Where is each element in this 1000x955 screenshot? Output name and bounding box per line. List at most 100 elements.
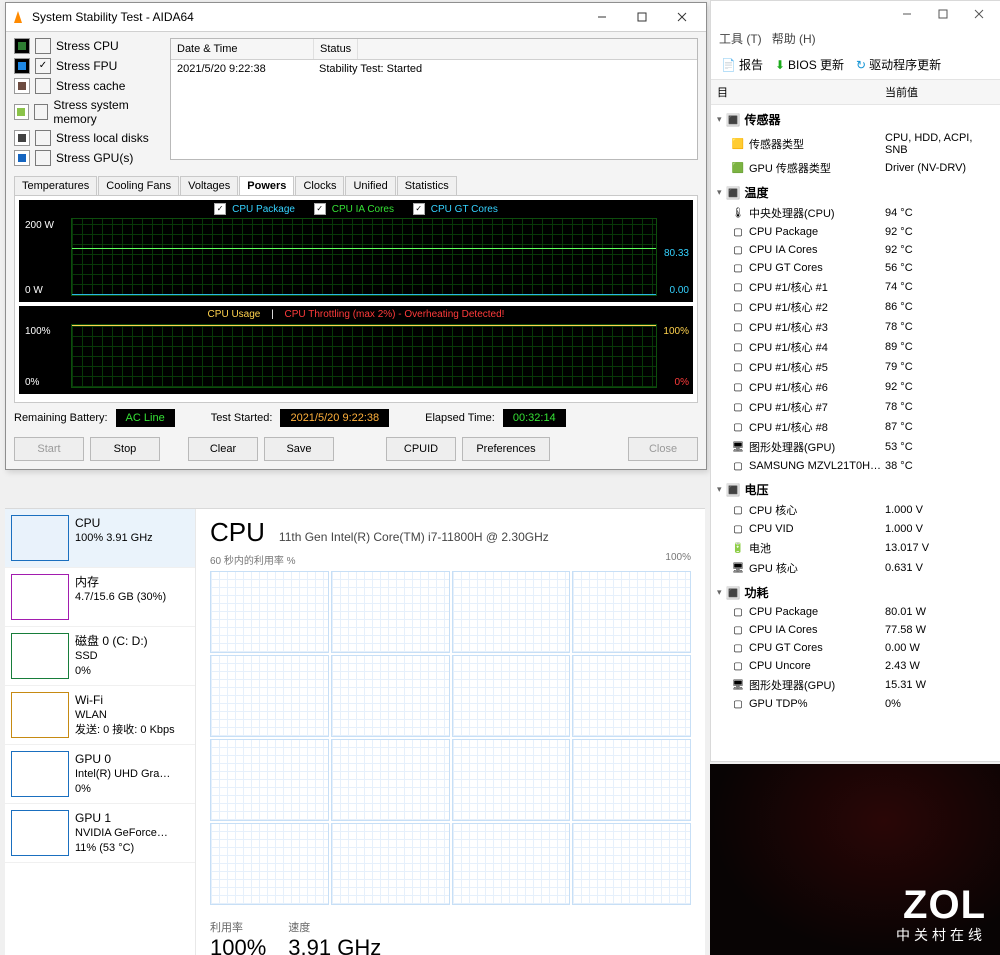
sensor-close-button[interactable] <box>961 3 997 25</box>
log-header-status[interactable]: Status <box>314 39 358 59</box>
sensor-row[interactable]: 🖥图形处理器(GPU)53 °C <box>711 437 1000 457</box>
sensor-row[interactable]: ▢CPU IA Cores92 °C <box>711 241 1000 259</box>
sensor-row[interactable]: ▢CPU #1/核心 #579 °C <box>711 357 1000 377</box>
save-button[interactable]: Save <box>264 437 334 461</box>
sensor-row[interactable]: ▢CPU Package80.01 W <box>711 603 1000 621</box>
sensor-row[interactable]: 🖥图形处理器(GPU)15.31 W <box>711 675 1000 695</box>
sensor-row[interactable]: ▢CPU #1/核心 #887 °C <box>711 417 1000 437</box>
stress-option[interactable]: Stress system memory <box>14 98 164 126</box>
perf-line3: 发送: 0 接收: 0 Kbps <box>75 723 175 738</box>
checkbox[interactable] <box>35 38 51 54</box>
sensor-row[interactable]: ▢CPU #1/核心 #286 °C <box>711 297 1000 317</box>
battery-label: Remaining Battery: <box>14 412 108 424</box>
sensor-row[interactable]: ▢CPU #1/核心 #489 °C <box>711 337 1000 357</box>
sensor-row-icon: ▢ <box>731 697 745 711</box>
sensor-group-header[interactable]: ▾🔳传感器 <box>711 105 1000 130</box>
tab-powers[interactable]: Powers <box>239 176 294 195</box>
sensor-value: CPU, HDD, ACPI, SNB <box>885 132 995 156</box>
sensor-row[interactable]: 🌡中央处理器(CPU)94 °C <box>711 203 1000 223</box>
menu-help[interactable]: 帮助 (H) <box>772 32 816 46</box>
tb-driver-update[interactable]: ↻驱动程序更新 <box>856 56 941 73</box>
preferences-button[interactable]: Preferences <box>462 437 550 461</box>
sidebar-item[interactable]: 内存 4.7/15.6 GB (30%) <box>5 568 195 627</box>
sensor-col-value[interactable]: 当前值 <box>879 80 1000 104</box>
maximize-button[interactable] <box>622 4 662 30</box>
sensor-row[interactable]: ▢CPU GT Cores56 °C <box>711 259 1000 277</box>
legend-check-cpu-ia[interactable] <box>314 203 326 215</box>
tab-clocks[interactable]: Clocks <box>295 176 344 195</box>
sensor-row[interactable]: ▢CPU Package92 °C <box>711 223 1000 241</box>
perf-line2: 100% 3.91 GHz <box>75 531 153 546</box>
graph-area: CPU Package CPU IA Cores CPU GT Cores 20… <box>14 195 698 403</box>
checkbox[interactable] <box>35 78 51 94</box>
checkbox[interactable] <box>35 58 51 74</box>
sensor-row[interactable]: ▢GPU TDP%0% <box>711 695 1000 713</box>
sensor-panel: 工具 (T) 帮助 (H) 📄报告 ⬇BIOS 更新 ↻驱动程序更新 目 当前值… <box>710 0 1000 762</box>
tab-cooling fans[interactable]: Cooling Fans <box>98 176 179 195</box>
sensor-row[interactable]: ▢CPU 核心1.000 V <box>711 500 1000 520</box>
sensor-row[interactable]: ▢CPU IA Cores77.58 W <box>711 621 1000 639</box>
sensor-row[interactable]: 🖥GPU 核心0.631 V <box>711 558 1000 578</box>
cpuid-button[interactable]: CPUID <box>386 437 456 461</box>
legend-check-cpu-gt[interactable] <box>413 203 425 215</box>
tab-voltages[interactable]: Voltages <box>180 176 238 195</box>
close-dialog-button[interactable]: Close <box>628 437 698 461</box>
sensor-value: 79 °C <box>885 361 995 373</box>
menu-tools[interactable]: 工具 (T) <box>719 32 762 46</box>
sidebar-item[interactable]: CPU 100% 3.91 GHz <box>5 509 195 568</box>
stress-option[interactable]: Stress GPU(s) <box>14 150 164 166</box>
stress-option[interactable]: Stress cache <box>14 78 164 94</box>
sensor-group-header[interactable]: ▾🔳功耗 <box>711 578 1000 603</box>
sensor-row[interactable]: ▢CPU Uncore2.43 W <box>711 657 1000 675</box>
stress-option[interactable]: Stress local disks <box>14 130 164 146</box>
tab-unified[interactable]: Unified <box>345 176 395 195</box>
sensor-group-header[interactable]: ▾🔳电压 <box>711 475 1000 500</box>
sensor-row[interactable]: ▢CPU #1/核心 #778 °C <box>711 397 1000 417</box>
legend-check-cpu-package[interactable] <box>214 203 226 215</box>
checkbox[interactable] <box>35 130 51 146</box>
minimize-button[interactable] <box>582 4 622 30</box>
sensor-col-item[interactable]: 目 <box>711 80 879 104</box>
sensor-group-header[interactable]: ▾🔳温度 <box>711 178 1000 203</box>
sensor-value: 56 °C <box>885 262 995 274</box>
stress-option[interactable]: Stress FPU <box>14 58 164 74</box>
sidebar-item[interactable]: GPU 1 NVIDIA GeForce… 11% (53 °C) <box>5 804 195 863</box>
sensor-name: CPU #1/核心 #8 <box>749 419 885 435</box>
start-button[interactable]: Start <box>14 437 84 461</box>
sidebar-item[interactable]: 磁盘 0 (C: D:) SSD 0% <box>5 627 195 686</box>
sidebar-item[interactable]: GPU 0 Intel(R) UHD Gra… 0% <box>5 745 195 804</box>
tab-temperatures[interactable]: Temperatures <box>14 176 97 195</box>
sensor-name: CPU IA Cores <box>749 624 885 636</box>
stop-button[interactable]: Stop <box>90 437 160 461</box>
log-header-date[interactable]: Date & Time <box>171 39 314 59</box>
titlebar[interactable]: System Stability Test - AIDA64 <box>6 3 706 32</box>
sensor-minimize-button[interactable] <box>889 3 925 25</box>
sensor-row[interactable]: ▢CPU VID1.000 V <box>711 520 1000 538</box>
sidebar-item[interactable]: Wi-Fi WLAN 发送: 0 接收: 0 Kbps <box>5 686 195 745</box>
sensor-row[interactable]: 🔋电池13.017 V <box>711 538 1000 558</box>
tb-report[interactable]: 📄报告 <box>721 56 763 73</box>
sensor-value: Driver (NV-DRV) <box>885 162 995 174</box>
tab-statistics[interactable]: Statistics <box>397 176 457 195</box>
taskmgr-sidebar: CPU 100% 3.91 GHz 内存 4.7/15.6 GB (30%) 磁… <box>5 509 196 955</box>
sensor-maximize-button[interactable] <box>925 3 961 25</box>
sensor-row[interactable]: 🟩GPU 传感器类型Driver (NV-DRV) <box>711 158 1000 178</box>
sensor-row[interactable]: ▢CPU #1/核心 #378 °C <box>711 317 1000 337</box>
clear-button[interactable]: Clear <box>188 437 258 461</box>
sensor-value: 86 °C <box>885 301 995 313</box>
sensor-name: CPU #1/核心 #1 <box>749 279 885 295</box>
close-button[interactable] <box>662 4 702 30</box>
sensor-row[interactable]: ▢CPU #1/核心 #174 °C <box>711 277 1000 297</box>
cpu-stats: 利用率100%速度3.91 GHz <box>210 919 691 955</box>
stress-option[interactable]: Stress CPU <box>14 38 164 54</box>
sensor-row[interactable]: ▢CPU GT Cores0.00 W <box>711 639 1000 657</box>
sensor-row[interactable]: ▢CPU #1/核心 #692 °C <box>711 377 1000 397</box>
checkbox[interactable] <box>35 150 51 166</box>
sensor-row[interactable]: ▢SAMSUNG MZVL21T0HCLR-…38 °C <box>711 457 1000 475</box>
stress-icon <box>14 78 30 94</box>
tb-bios-update[interactable]: ⬇BIOS 更新 <box>775 56 844 73</box>
group-icon: 🔳 <box>726 186 741 200</box>
sensor-row[interactable]: 🟨传感器类型CPU, HDD, ACPI, SNB <box>711 130 1000 158</box>
checkbox[interactable] <box>34 104 49 120</box>
sensor-value: 92 °C <box>885 226 995 238</box>
